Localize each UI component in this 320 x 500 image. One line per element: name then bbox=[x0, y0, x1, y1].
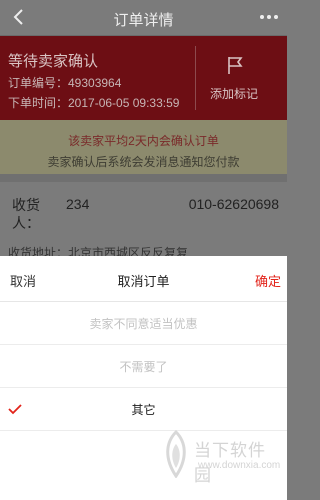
reason-option-not-needed[interactable]: 不需要了 bbox=[0, 346, 287, 388]
watermark: 当下软件园 www.downxia.com bbox=[160, 428, 282, 485]
order-number: 订单编号：49303964 bbox=[8, 76, 122, 90]
add-mark-button[interactable]: 添加标记 bbox=[210, 85, 258, 102]
watermark-logo-icon bbox=[166, 430, 186, 478]
reason-option-discount[interactable]: 卖家不同意适当优惠 bbox=[0, 303, 287, 345]
sheet-header: 取消 取消订单 确定 bbox=[0, 256, 287, 302]
flag-icon[interactable] bbox=[225, 55, 245, 75]
sheet-confirm-button[interactable]: 确定 bbox=[255, 271, 281, 290]
reason-option-label: 卖家不同意适当优惠 bbox=[89, 317, 198, 331]
receiver-label: 收货人： bbox=[12, 197, 40, 231]
receiver-name: 234 bbox=[66, 196, 90, 212]
receiver-section: 收货人： 234 010-62620698 收货地址：北京市西城区反反复复 bbox=[0, 174, 287, 260]
receiver-phone: 010-62620698 bbox=[188, 196, 279, 212]
order-time: 下单时间：2017-06-05 09:33:59 bbox=[8, 96, 180, 110]
reason-option-other[interactable]: 其它 bbox=[0, 389, 287, 431]
nav-bar: 订单详情 bbox=[0, 0, 287, 36]
notice-line-2: 卖家确认后系统会发消息通知您付款 bbox=[47, 155, 240, 169]
page-title: 订单详情 bbox=[113, 12, 174, 29]
sheet-title: 取消订单 bbox=[117, 274, 170, 289]
watermark-url: www.downxia.com bbox=[198, 460, 281, 471]
reason-option-label: 其它 bbox=[131, 403, 156, 417]
banner-divider bbox=[195, 46, 196, 110]
checkmark-icon bbox=[8, 404, 22, 415]
order-status-banner: 等待卖家确认 订单编号：49303964 下单时间：2017-06-05 09:… bbox=[0, 36, 287, 120]
order-status: 等待卖家确认 bbox=[8, 53, 99, 70]
notice-line-1: 该卖家平均2天内会确认订单 bbox=[68, 134, 219, 148]
reason-option-label: 不需要了 bbox=[119, 360, 168, 374]
notice-bar: 该卖家平均2天内会确认订单 卖家确认后系统会发消息通知您付款 bbox=[0, 120, 287, 174]
more-dots-icon[interactable] bbox=[257, 6, 281, 28]
